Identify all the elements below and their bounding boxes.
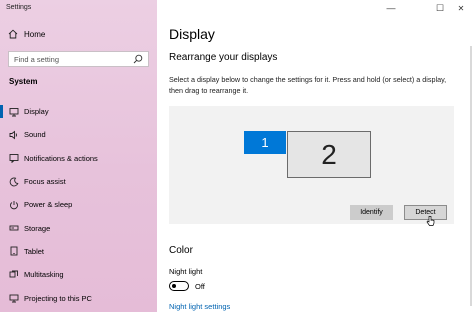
sidebar-item-label: Power & sleep bbox=[24, 200, 73, 210]
multitasking-icon bbox=[9, 270, 19, 280]
moon-icon bbox=[9, 177, 19, 187]
section-heading: System bbox=[9, 77, 38, 86]
page-title: Display bbox=[169, 26, 215, 42]
home-label: Home bbox=[24, 29, 46, 39]
sidebar-item-sound[interactable]: Sound bbox=[0, 123, 157, 146]
rearrange-description: Select a display below to change the set… bbox=[169, 75, 447, 95]
identify-button[interactable]: Identify bbox=[350, 205, 393, 220]
sidebar-item-label: Storage bbox=[24, 223, 51, 233]
power-icon bbox=[9, 200, 19, 210]
scrollbar[interactable] bbox=[470, 46, 472, 306]
sidebar-item-projecting[interactable]: Projecting to this PC bbox=[0, 286, 157, 309]
sidebar-item-label: Notifications & actions bbox=[24, 153, 98, 163]
tablet-icon bbox=[9, 246, 19, 256]
sidebar: Settings Home Find a setting System Disp… bbox=[0, 0, 157, 312]
window-title: Settings bbox=[6, 4, 32, 11]
sidebar-item-tablet[interactable]: Tablet bbox=[0, 240, 157, 263]
display-arrangement-canvas[interactable]: 1 2 Identify Detect bbox=[169, 106, 454, 226]
search-input[interactable]: Find a setting bbox=[9, 55, 132, 64]
minimize-button[interactable]: — bbox=[381, 2, 401, 14]
rearrange-heading: Rearrange your displays bbox=[169, 52, 278, 63]
storage-icon bbox=[9, 223, 19, 233]
sidebar-item-storage[interactable]: Storage bbox=[0, 216, 157, 239]
mouse-cursor-icon bbox=[426, 214, 435, 232]
sidebar-item-notifications[interactable]: Notifications & actions bbox=[0, 147, 157, 170]
speaker-icon bbox=[9, 130, 19, 140]
notification-icon bbox=[9, 153, 19, 164]
color-heading: Color bbox=[169, 245, 193, 256]
sidebar-item-multitasking[interactable]: Multitasking bbox=[0, 263, 157, 286]
night-light-settings-link[interactable]: Night light settings bbox=[169, 302, 230, 311]
sidebar-item-display[interactable]: Display bbox=[0, 100, 157, 123]
sidebar-nav: Display Sound Notifications & actions Fo… bbox=[0, 100, 157, 310]
search-icon[interactable] bbox=[132, 53, 144, 65]
projector-icon bbox=[9, 293, 19, 303]
monitor-icon bbox=[9, 107, 19, 117]
night-light-state: Off bbox=[195, 282, 205, 291]
display-1-tile[interactable]: 1 bbox=[244, 131, 286, 154]
night-light-label: Night light bbox=[169, 267, 203, 276]
search-box[interactable]: Find a setting bbox=[8, 51, 149, 67]
sidebar-item-label: Display bbox=[24, 107, 49, 117]
home-icon bbox=[8, 29, 18, 39]
night-light-toggle[interactable] bbox=[169, 281, 189, 291]
toggle-knob bbox=[172, 284, 176, 288]
close-button[interactable]: ✕ bbox=[451, 2, 471, 14]
home-nav-item[interactable]: Home bbox=[8, 29, 45, 39]
sidebar-item-label: Sound bbox=[24, 130, 46, 140]
sidebar-item-label: Multitasking bbox=[24, 270, 64, 280]
maximize-button[interactable]: ☐ bbox=[430, 2, 450, 14]
sidebar-item-power-sleep[interactable]: Power & sleep bbox=[0, 193, 157, 216]
sidebar-item-focus-assist[interactable]: Focus assist bbox=[0, 170, 157, 193]
sidebar-item-label: Tablet bbox=[24, 246, 45, 256]
sidebar-item-label: Focus assist bbox=[24, 177, 66, 187]
display-2-tile[interactable]: 2 bbox=[287, 131, 371, 178]
sidebar-item-label: Projecting to this PC bbox=[24, 293, 92, 303]
